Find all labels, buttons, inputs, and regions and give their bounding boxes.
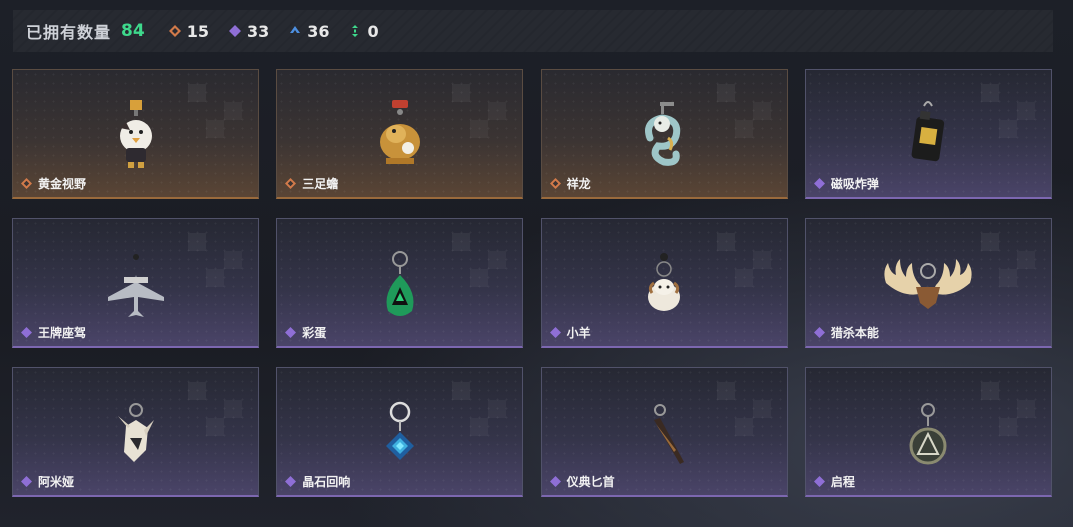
antler-charm-icon — [884, 259, 972, 309]
purple-rarity-icon — [549, 476, 561, 487]
charm-name-label: 晶石回响 — [302, 475, 351, 489]
blue-rarity-icon — [290, 26, 301, 33]
charm-card[interactable]: 启程 — [804, 367, 1052, 497]
gold-count: 15 — [168, 21, 209, 41]
purple-rarity-icon — [228, 25, 241, 37]
charm-card[interactable]: 三足蟾 — [276, 69, 524, 199]
charm-name-label: 仪典匕首 — [566, 475, 615, 489]
charm-name: 仪典匕首 — [549, 473, 615, 490]
charm-name: 祥龙 — [549, 175, 591, 192]
green-count-value: 0 — [367, 21, 379, 41]
purple-rarity-icon — [813, 327, 825, 338]
charm-name-label: 三足蟾 — [302, 177, 339, 191]
card-decoration — [452, 84, 507, 138]
card-decoration — [188, 382, 242, 436]
charm-grid: 黄金视野 三足蟾 祥龙 磁吸炸弹 王牌座驾 彩蛋 小羊 猎杀本能 阿米娅 晶石回… — [12, 69, 1052, 497]
charm-name-label: 磁吸炸弹 — [830, 177, 879, 191]
card-decoration — [980, 84, 1035, 138]
owned-count-total: 84 — [121, 21, 145, 41]
purple-rarity-icon — [285, 327, 297, 338]
charm-name-label: 彩蛋 — [302, 326, 327, 340]
card-decoration — [188, 233, 242, 287]
charm-name-label: 王牌座驾 — [38, 326, 87, 340]
card-decoration — [980, 233, 1035, 287]
dagger-charm-icon — [654, 404, 685, 464]
fox-charm-icon — [117, 403, 154, 462]
charm-name-label: 猎杀本能 — [830, 326, 879, 340]
purple-count: 33 — [228, 21, 270, 41]
sheep-charm-icon — [648, 253, 681, 311]
charm-card[interactable]: 磁吸炸弹 — [804, 69, 1052, 199]
charm-name-label: 启程 — [830, 475, 855, 489]
card-decoration — [452, 233, 507, 287]
charm-card[interactable]: 猎杀本能 — [804, 218, 1052, 348]
charm-name-label: 黄金视野 — [38, 177, 87, 191]
card-decoration — [980, 382, 1035, 436]
charm-name: 小羊 — [549, 324, 591, 341]
charm-name: 晶石回响 — [285, 473, 350, 490]
blue-count: 36 — [289, 22, 329, 41]
charm-card[interactable]: 小羊 — [540, 218, 788, 348]
purple-count-value: 33 — [246, 21, 270, 41]
green-egg-charm-icon — [386, 251, 414, 316]
gold-rarity-icon — [21, 178, 32, 189]
owned-count-bar: 已拥有数量 84 15 33 36 0 — [13, 10, 1053, 52]
charm-name: 三足蟾 — [285, 175, 338, 192]
charm-card[interactable]: 阿米娅 — [12, 367, 259, 497]
charm-name-label: 小羊 — [566, 326, 591, 340]
blue-count-value: 36 — [307, 21, 330, 41]
owned-count-label: 已拥有数量 — [26, 23, 112, 42]
gold-rarity-icon — [549, 178, 561, 189]
card-decoration — [716, 233, 771, 287]
chick-charm-icon — [119, 100, 152, 168]
purple-rarity-icon — [285, 476, 297, 487]
card-decoration — [716, 382, 771, 436]
charm-card[interactable]: 晶石回响 — [276, 367, 524, 497]
charm-name-label: 祥龙 — [566, 177, 591, 191]
purple-rarity-icon — [21, 476, 32, 487]
charm-card[interactable]: 仪典匕首 — [540, 367, 788, 497]
gold-rarity-icon — [285, 178, 297, 189]
charm-card[interactable]: 王牌座驾 — [12, 218, 259, 348]
charm-name: 磁吸炸弹 — [813, 175, 879, 192]
medallion-charm-icon — [909, 403, 947, 465]
card-decoration — [452, 382, 507, 436]
green-count: 0 — [349, 21, 379, 41]
charm-name: 王牌座驾 — [21, 324, 86, 341]
bomb-charm-icon — [911, 101, 945, 162]
purple-rarity-icon — [549, 327, 561, 338]
golden-toad-charm-icon — [379, 100, 420, 164]
charm-name-label: 阿米娅 — [38, 475, 75, 489]
purple-rarity-icon — [813, 178, 825, 189]
crystal-charm-icon — [385, 401, 414, 460]
card-decoration — [716, 84, 771, 138]
charm-name: 猎杀本能 — [813, 324, 879, 341]
purple-rarity-icon — [813, 476, 825, 487]
purple-rarity-icon — [21, 327, 32, 338]
charm-card[interactable]: 彩蛋 — [276, 218, 524, 348]
charm-card[interactable]: 祥龙 — [540, 69, 788, 199]
card-decoration — [188, 84, 242, 138]
charm-card[interactable]: 黄金视野 — [12, 69, 259, 199]
charm-name: 启程 — [813, 473, 855, 490]
charm-name: 阿米娅 — [21, 473, 74, 490]
dragon-charm-icon — [645, 102, 681, 166]
charm-name: 黄金视野 — [21, 175, 86, 192]
gold-count-value: 15 — [186, 21, 209, 41]
green-rarity-icon — [352, 25, 359, 37]
gold-rarity-icon — [168, 25, 181, 37]
jet-charm-icon — [107, 254, 164, 317]
charm-name: 彩蛋 — [285, 324, 326, 341]
